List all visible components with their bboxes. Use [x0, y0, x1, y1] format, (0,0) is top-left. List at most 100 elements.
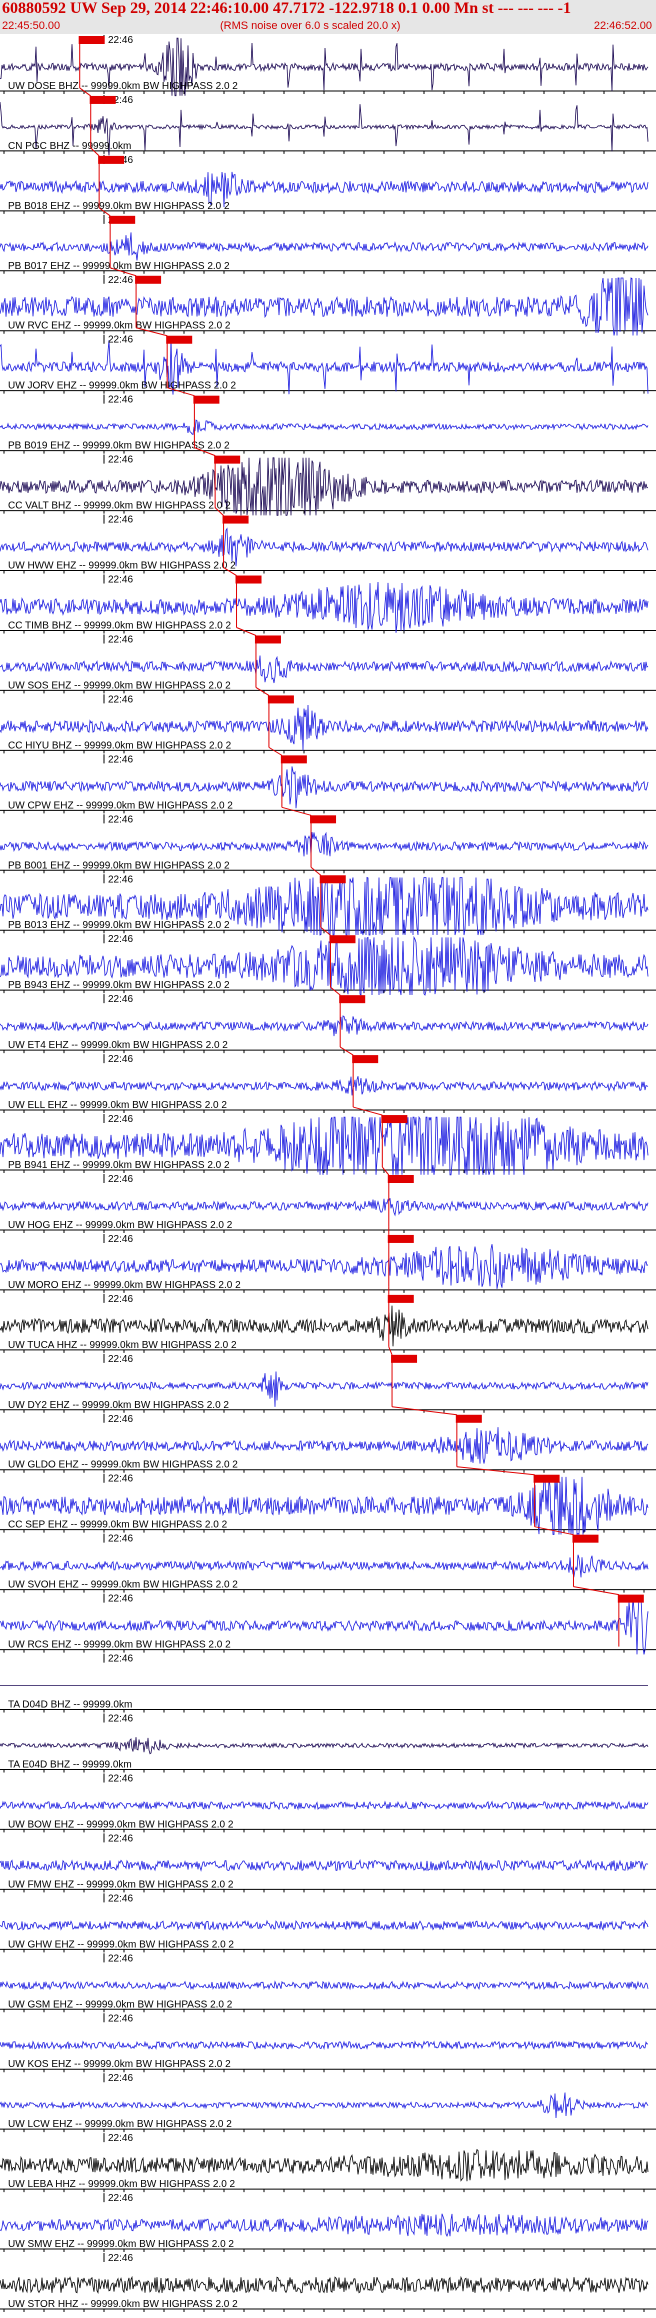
- trace-11: 22:46 UW SOS EHZ -- 99999.0km BW HIGHPASS…: [0, 627, 656, 694]
- event-title: 60880592 UW Sep 29, 2014 22:46:10.00 47.…: [2, 0, 571, 17]
- station-label: UW RVC EHZ -- 99999.0km BW HIGHPASS 2.0 …: [8, 321, 231, 332]
- minute-label: 22:46: [108, 694, 133, 705]
- station-label: UW GHW EHZ -- 99999.0km BW HIGHPASS 2.0 …: [8, 1939, 234, 1950]
- station-label: UW TUCA HHZ -- 99999.0km BW HIGHPASS 2.0…: [8, 1340, 237, 1351]
- trace-1: 22:46 UW DOSE BHZ -- 99999.0km BW HIGHPAS…: [0, 35, 656, 97]
- pick-marker: [109, 215, 136, 224]
- station-label: CN PGC BHZ -- 99999.0km: [8, 141, 131, 152]
- station-label: PB B943 EHZ -- 99999.0km BW HIGHPASS 2.0…: [8, 980, 230, 991]
- moveout-line: [281, 806, 312, 816]
- station-label: UW LEBA HHZ -- 99999.0km BW HIGHPASS 2.0…: [8, 2179, 236, 2190]
- rms-note: (RMS noise over 6.0 s scaled 20.0 x): [220, 20, 401, 32]
- trace-7: 22:46 PB B019 EHZ -- 99999.0km BW HIGHPAS…: [0, 387, 656, 454]
- moveout-line: [268, 746, 283, 756]
- trace-18: 22:46 UW ELL EHZ -- 99999.0km BW HIGHPASS…: [0, 1046, 656, 1114]
- waveform: [0, 655, 649, 684]
- minute-label: 22:46: [108, 1773, 133, 1784]
- station-label: UW LCW EHZ -- 99999.0km BW HIGHPASS 2.0 …: [8, 2119, 232, 2130]
- waveform: [0, 2275, 649, 2295]
- pick-marker: [135, 275, 162, 284]
- pick-marker: [533, 1474, 560, 1483]
- trace-13: 22:46 UW CPW EHZ -- 99999.0km BW HIGHPASS…: [0, 746, 656, 814]
- waveform: [0, 1427, 649, 1464]
- trace-30: 22:46 UW BOW EHZ -- 99999.0km BW HIGHPASS…: [0, 1773, 656, 1833]
- minute-label: 22:46: [108, 1054, 133, 1065]
- trace-34: 22:46 UW KOS EHZ -- 99999.0km BW HIGHPASS…: [0, 2013, 656, 2073]
- station-label: CC TIMB BHZ -- 99999.0km BW HIGHPASS 2.0…: [8, 620, 231, 631]
- moveout-line: [353, 1106, 383, 1116]
- pick-marker: [617, 1594, 644, 1603]
- trace-3: 22:46PB B018 EHZ -- 99999.0km BW HIGHPAS…: [0, 147, 656, 214]
- trace-17: 22:46 UW ET4 EHZ -- 99999.0km BW HIGHPASS…: [0, 986, 656, 1054]
- waveform: [0, 419, 649, 436]
- moveout-line: [310, 866, 322, 876]
- station-label: CC SEP EHZ -- 99999.0km BW HIGHPASS 2.0 …: [8, 1520, 228, 1531]
- station-label: PB B019 EHZ -- 99999.0km BW HIGHPASS 2.0…: [8, 441, 230, 452]
- minute-label: 22:46: [108, 1474, 133, 1485]
- minute-label: 22:46: [108, 1114, 133, 1125]
- minute-label: 22:46: [108, 2013, 133, 2024]
- station-label: UW MORO EHZ -- 99999.0km BW HIGHPASS 2.0…: [8, 1280, 241, 1291]
- end-time: 22:46:52.00: [593, 20, 652, 32]
- station-label: PB B013 EHZ -- 99999.0km BW HIGHPASS 2.0…: [8, 920, 230, 931]
- waveform: [0, 1919, 649, 1931]
- station-label: UW KOS EHZ -- 99999.0km BW HIGHPASS 2.0 …: [8, 2059, 231, 2070]
- station-label: UW FMW EHZ -- 99999.0km BW HIGHPASS 2.0 …: [8, 1879, 234, 1890]
- trace-10: 22:46 CC TIMB BHZ -- 99999.0km BW HIGHPAS…: [0, 567, 656, 634]
- waveform: [0, 1076, 649, 1096]
- header-bar: 60880592 UW Sep 29, 2014 22:46:10.00 47.…: [0, 0, 656, 34]
- trace-14: 22:46 PB B001 EHZ -- 99999.0km BW HIGHPAS…: [0, 806, 656, 874]
- station-label: UW ET4 EHZ -- 99999.0km BW HIGHPASS 2.0 …: [8, 1040, 228, 1051]
- moveout-line: [391, 1406, 457, 1416]
- station-label: UW SMW EHZ -- 99999.0km BW HIGHPASS 2.0 …: [8, 2239, 234, 2250]
- station-label: UW CPW EHZ -- 99999.0km BW HIGHPASS 2.0 …: [8, 800, 233, 811]
- trace-4: 22:46PB B017 EHZ -- 99999.0km BW HIGHPAS…: [0, 207, 656, 274]
- minute-label: 22:46: [108, 395, 133, 406]
- station-label: TA E04D BHZ -- 99999.0km: [8, 1759, 132, 1770]
- minute-label: 22:46: [108, 2133, 133, 2144]
- station-label: UW GSM EHZ -- 99999.0km BW HIGHPASS 2.0 …: [8, 1999, 233, 2010]
- trace-2: 22:46CN PGC BHZ -- 99999.0km: [0, 87, 656, 156]
- trace-21: 22:46 UW MORO EHZ -- 99999.0km BW HIGHPAS…: [0, 1226, 656, 1293]
- seismogram-plot: 22:46 UW DOSE BHZ -- 99999.0km BW HIGHPAS…: [0, 35, 656, 2312]
- pick-marker: [214, 455, 241, 464]
- station-label: CC VALT BHZ -- 99999.0km BW HIGHPASS 2.0…: [8, 501, 231, 512]
- trace-5: 22:46 UW RVC EHZ -- 99999.0km BW HIGHPASS…: [0, 267, 656, 336]
- station-label: UW ELL EHZ -- 99999.0km BW HIGHPASS 2.0 …: [8, 1100, 227, 1111]
- pick-marker: [78, 36, 105, 44]
- pick-marker: [89, 95, 116, 104]
- pick-marker: [387, 1175, 414, 1183]
- station-label: UW BOW EHZ -- 99999.0km BW HIGHPASS 2.0 …: [8, 1819, 234, 1830]
- pick-marker: [166, 335, 193, 344]
- trace-20: 22:46 UW HOG EHZ -- 99999.0km BW HIGHPASS…: [0, 1166, 656, 1233]
- pick-marker: [193, 395, 220, 404]
- minute-label: 22:46: [108, 1414, 133, 1425]
- pick-marker: [391, 1354, 418, 1363]
- moveout-line: [456, 1466, 535, 1476]
- pick-marker: [329, 935, 356, 944]
- trace-25: 22:46 CC SEP EHZ -- 99999.0km BW HIGHPASS…: [0, 1466, 656, 1536]
- minute-label: 22:46: [108, 2193, 133, 2204]
- trace-31: 22:46 UW FMW EHZ -- 99999.0km BW HIGHPASS…: [0, 1833, 656, 1893]
- trace-29: 22:46 TA E04D BHZ -- 99999.0km: [0, 1713, 656, 1773]
- minute-label: 22:46: [108, 1594, 133, 1605]
- pick-marker: [310, 815, 337, 824]
- station-label: UW RCS EHZ -- 99999.0km BW HIGHPASS 2.0 …: [8, 1640, 231, 1651]
- moveout-line: [339, 1046, 354, 1056]
- trace-9: 22:46 UW HWW EHZ -- 99999.0km BW HIGHPASS…: [0, 507, 656, 574]
- pick-marker: [387, 1234, 414, 1243]
- trace-12: 22:46 CC HIYU BHZ -- 99999.0km BW HIGHPAS…: [0, 687, 656, 754]
- trace-33: 22:46 UW GSM EHZ -- 99999.0km BW HIGHPASS…: [0, 1953, 656, 2013]
- minute-label: 22:46: [108, 455, 133, 466]
- trace-28: 22:46 TA D04D BHZ -- 99999.0km: [0, 1653, 656, 1713]
- trace-32: 22:46 UW GHW EHZ -- 99999.0km BW HIGHPASS…: [0, 1893, 656, 1953]
- moveout-line: [236, 627, 257, 636]
- pick-marker: [222, 515, 249, 524]
- minute-label: 22:46: [108, 934, 133, 945]
- trace-16: 22:46 PB B943 EHZ -- 99999.0km BW HIGHPAS…: [0, 926, 656, 996]
- waveform: [0, 2148, 649, 2182]
- station-label: PB B001 EHZ -- 99999.0km BW HIGHPASS 2.0…: [8, 860, 230, 871]
- minute-label: 22:46: [108, 1893, 133, 1904]
- minute-label: 22:46: [108, 754, 133, 765]
- moveout-line: [573, 1586, 619, 1596]
